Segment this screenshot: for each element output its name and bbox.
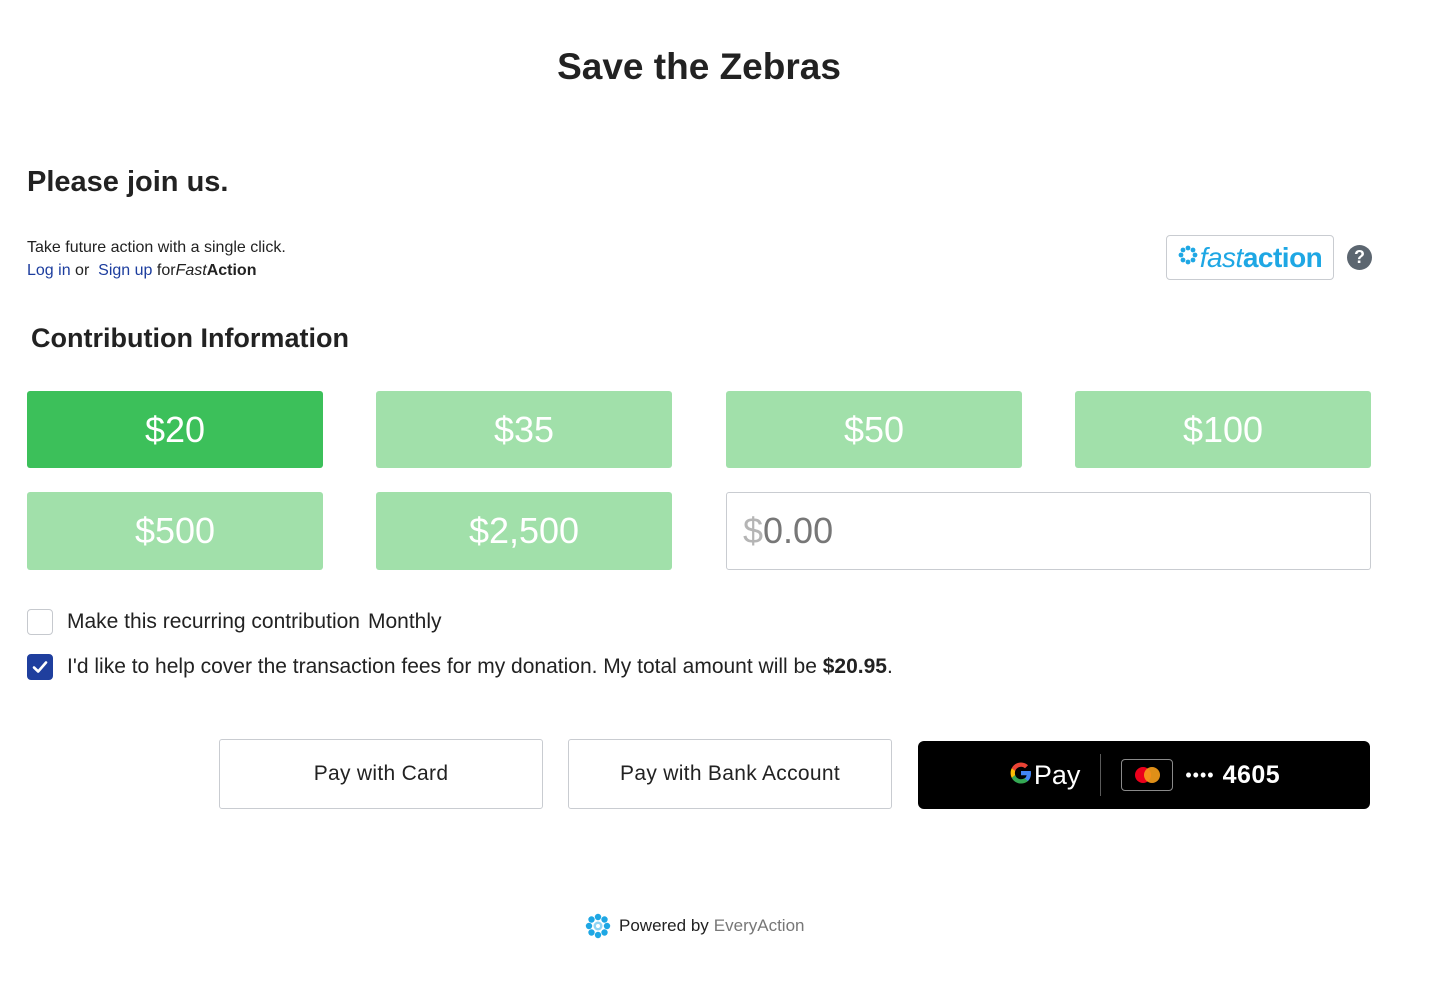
amount-button-2500[interactable]: $2,500 <box>376 492 672 570</box>
recurring-checkbox[interactable] <box>27 609 53 635</box>
fastaction-login-row: Log in or Sign up forFastAction <box>27 259 286 282</box>
amount-button-500[interactable]: $500 <box>27 492 323 570</box>
gear-flower-icon <box>1178 245 1198 270</box>
pay-with-bank-button[interactable]: Pay with Bank Account <box>568 739 892 809</box>
recurring-frequency[interactable]: Monthly <box>368 610 442 634</box>
pay-with-card-button[interactable]: Pay with Card <box>219 739 543 809</box>
contribution-heading: Contribution Information <box>31 323 349 353</box>
cover-fees-checkbox[interactable] <box>27 654 53 680</box>
brand-action-text: Action <box>206 262 257 279</box>
cover-fees-row: I'd like to help cover the transaction f… <box>27 654 893 680</box>
mastercard-icon <box>1121 759 1174 791</box>
cover-fees-label: I'd like to help cover the transaction f… <box>67 655 817 678</box>
card-last4: 4605 <box>1222 760 1281 789</box>
cover-fees-total: $20.95 <box>822 655 887 678</box>
currency-symbol: $ <box>743 510 764 551</box>
question-circle-icon[interactable]: ? <box>1347 245 1372 270</box>
amount-button-100[interactable]: $100 <box>1075 391 1371 468</box>
fastaction-blurb-text: Take future action with a single click. <box>27 239 286 256</box>
gear-flower-icon <box>585 913 611 939</box>
other-amount-input[interactable]: $0.00 <box>726 492 1371 570</box>
signup-link[interactable]: Sign up <box>98 262 152 279</box>
join-heading: Please join us. <box>27 166 229 198</box>
fastaction-logo-text: fastaction <box>1199 241 1323 273</box>
gpay-pay-text: Pay <box>1033 759 1081 790</box>
powered-by-text: Powered by <box>619 916 709 935</box>
recurring-label: Make this recurring contribution <box>67 610 360 633</box>
or-text: or <box>75 262 90 279</box>
google-pay-button[interactable]: Pay •••• 4605 <box>918 741 1370 809</box>
login-link[interactable]: Log in <box>27 262 71 279</box>
fastaction-logo-button[interactable]: fastaction <box>1166 235 1334 280</box>
amount-button-20[interactable]: $20 <box>27 391 323 468</box>
cover-fees-period: . <box>886 655 893 678</box>
powered-by-footer: Powered by EveryAction <box>585 913 804 939</box>
for-text: for <box>156 262 176 279</box>
card-dots: •••• <box>1185 764 1215 785</box>
fastaction-blurb: Take future action with a single click. … <box>27 236 286 282</box>
brand-fast-text: Fast <box>175 262 207 279</box>
other-amount-placeholder: 0.00 <box>763 510 834 551</box>
gpay-divider <box>1100 754 1102 796</box>
checkmark-icon <box>32 661 48 673</box>
page-title: Save the Zebras <box>557 46 841 87</box>
recurring-row: Make this recurring contribution Monthly <box>27 609 442 635</box>
amount-button-50[interactable]: $50 <box>726 391 1022 468</box>
amount-button-35[interactable]: $35 <box>376 391 672 468</box>
google-g-icon <box>1008 760 1034 791</box>
everyaction-link[interactable]: EveryAction <box>714 916 805 936</box>
